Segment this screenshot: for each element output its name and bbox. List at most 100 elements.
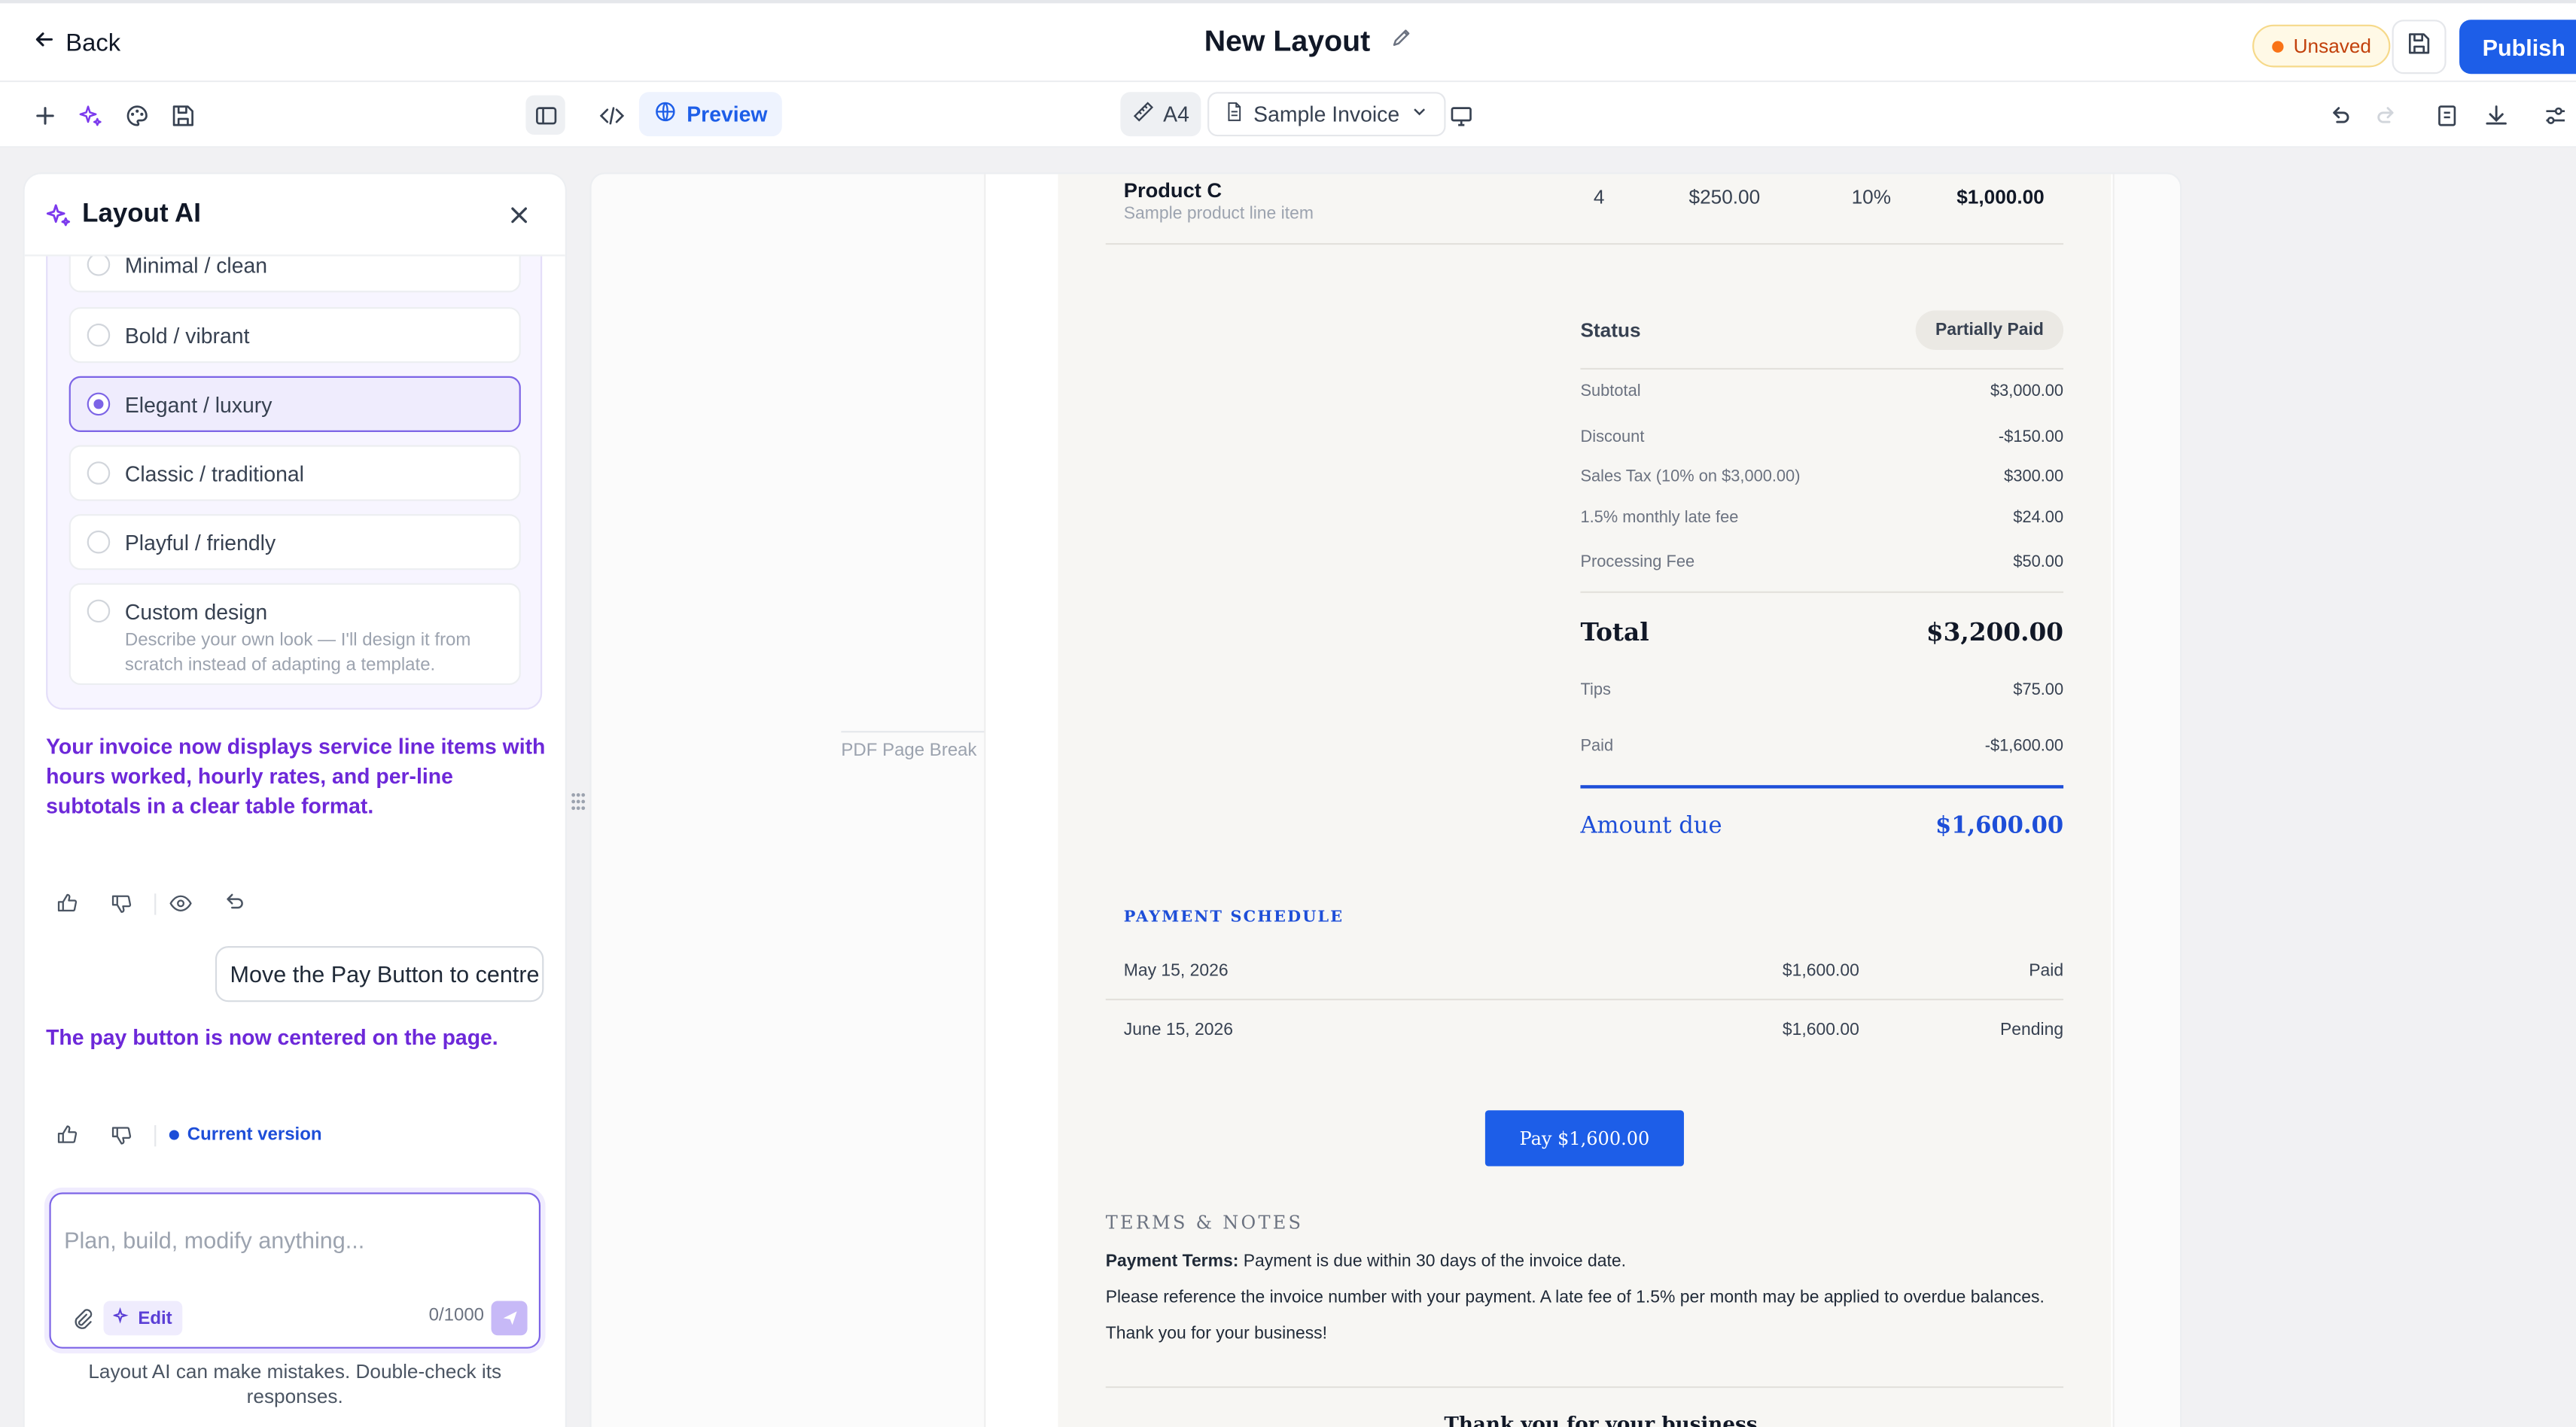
pay-button[interactable]: Pay $1,600.00 <box>1484 1110 1684 1167</box>
back-button[interactable]: Back <box>33 28 120 57</box>
terms-line: Thank you for your business! <box>1105 1324 1328 1344</box>
divider <box>1105 242 2064 245</box>
thumbs-down-icon[interactable] <box>110 890 164 917</box>
divider <box>1105 998 2064 1001</box>
close-icon[interactable] <box>506 202 532 228</box>
sidebar-toggle-icon[interactable] <box>525 95 565 135</box>
panel-header: Layout AI <box>24 174 565 257</box>
page-break-line <box>841 731 986 733</box>
schedule-status: Paid <box>2029 960 2064 981</box>
thumbs-up-icon[interactable] <box>56 1122 110 1149</box>
divider <box>1580 591 2064 593</box>
ai-message: Your invoice now displays service line i… <box>46 734 546 818</box>
editor-toolbar: Preview A4 Sample Invoice <box>0 82 2576 148</box>
tips-value: $75.00 <box>2013 681 2064 700</box>
plus-icon[interactable] <box>25 96 64 135</box>
paperclip-icon[interactable] <box>71 1307 94 1331</box>
palette-icon[interactable] <box>117 96 156 135</box>
option-bold-vibrant[interactable]: Bold / vibrant <box>69 307 521 364</box>
ai-message: The pay button is now centered on the pa… <box>46 1024 498 1050</box>
footer-thanks: Thank you for your business <box>1444 1412 1758 1427</box>
thumbs-up-icon[interactable] <box>56 890 110 917</box>
divider <box>154 893 157 914</box>
preview-tab[interactable]: Preview <box>638 92 783 137</box>
page-break-label: PDF Page Break <box>841 741 977 761</box>
radio-button[interactable] <box>87 461 111 485</box>
invoice-page: Product C Sample product line item 4 $25… <box>985 174 2113 1427</box>
current-version-label: Current version <box>187 1124 322 1146</box>
summary-value: $3,000.00 <box>1990 382 2064 401</box>
globe-icon <box>654 100 677 128</box>
prompt-placeholder[interactable]: Plan, build, modify anything... <box>64 1227 364 1253</box>
sparkles-icon[interactable] <box>71 96 110 135</box>
paid-value: -$1,600.00 <box>1984 737 2064 756</box>
floppy-icon <box>2407 30 2431 63</box>
version-dot <box>169 1130 179 1140</box>
save-button[interactable] <box>2392 20 2447 75</box>
settings-sliders-icon[interactable] <box>2535 96 2574 135</box>
layout-ai-panel: Layout AI Minimal / clean Bold / vibrant… <box>24 174 565 1427</box>
back-label: Back <box>65 29 121 57</box>
total-label: Total <box>1580 617 1649 647</box>
option-label: Playful / friendly <box>124 530 276 555</box>
total-value: $3,200.00 <box>1926 617 2064 647</box>
panel-title: Layout AI <box>82 200 201 229</box>
option-custom-design[interactable]: Custom design Describe your own look — I… <box>69 583 521 686</box>
option-label: Minimal / clean <box>124 253 268 278</box>
thumbs-down-icon[interactable] <box>110 1122 164 1149</box>
pencil-icon[interactable] <box>1390 26 1413 57</box>
paid-label: Paid <box>1580 737 1614 756</box>
paper-size-button[interactable]: A4 <box>1120 92 1201 137</box>
publish-button[interactable]: Publish <box>2459 20 2576 75</box>
radio-button[interactable] <box>87 323 111 347</box>
floppy-icon[interactable] <box>163 96 202 135</box>
style-options: Minimal / clean Bold / vibrant Elegant /… <box>46 223 543 710</box>
schedule-date: May 15, 2026 <box>1123 960 1229 981</box>
preview-label: Preview <box>687 102 768 127</box>
amount-due-rule <box>1580 785 2064 789</box>
invoice-document: Product C Sample product line item 4 $25… <box>1058 174 2112 1427</box>
option-classic-traditional[interactable]: Classic / traditional <box>69 445 521 501</box>
radio-button[interactable] <box>87 530 111 554</box>
resize-handle-icon[interactable] <box>568 790 588 814</box>
preview-canvas[interactable]: PDF Page Break Product C Sample product … <box>591 174 2181 1427</box>
radio-button[interactable] <box>87 599 111 623</box>
option-label: Bold / vibrant <box>124 323 250 348</box>
schedule-title: PAYMENT SCHEDULE <box>1123 908 1344 926</box>
status-label: Status <box>1580 318 1641 342</box>
download-icon[interactable] <box>2476 96 2515 135</box>
redo-icon[interactable] <box>2366 96 2405 135</box>
line-item-description: Sample product line item <box>1123 203 1314 224</box>
eye-icon[interactable] <box>169 890 224 917</box>
radio-button[interactable] <box>87 253 111 276</box>
undo-icon[interactable] <box>2320 96 2359 135</box>
code-icon[interactable] <box>592 96 631 135</box>
unsaved-badge: Unsaved <box>2252 24 2392 68</box>
sample-data-select[interactable]: Sample Invoice <box>1207 92 1446 137</box>
divider <box>154 1124 157 1146</box>
monitor-icon[interactable] <box>1441 96 1480 135</box>
disclaimer: Layout AI can make mistakes. Double-chec… <box>88 1360 502 1408</box>
current-version-badge: Current version <box>169 1125 322 1145</box>
sparkles-icon <box>46 202 72 228</box>
restore-icon[interactable] <box>224 890 278 917</box>
document-icon[interactable] <box>2426 96 2465 135</box>
line-item-price: $250.00 <box>1688 185 1761 209</box>
option-label: Classic / traditional <box>124 461 304 486</box>
option-playful-friendly[interactable]: Playful / friendly <box>69 514 521 570</box>
terms-label: Payment Terms: <box>1105 1251 1239 1272</box>
unsaved-label: Unsaved <box>2293 34 2372 58</box>
schedule-amount: $1,600.00 <box>1782 1020 1859 1040</box>
radio-button[interactable] <box>87 392 111 416</box>
send-button[interactable] <box>491 1301 528 1336</box>
option-elegant-luxury[interactable]: Elegant / luxury <box>69 376 521 432</box>
summary-value: $24.00 <box>2013 509 2064 528</box>
ruler-icon <box>1132 100 1156 128</box>
title-group: New Layout <box>1204 25 1413 59</box>
summary-label: Sales Tax (10% on $3,000.00) <box>1580 467 1801 486</box>
status-badge: Partially Paid <box>1915 310 2064 350</box>
terms-text: Payment is due within 30 days of the inv… <box>1238 1251 1626 1272</box>
file-icon <box>1224 102 1244 126</box>
edit-mode-button[interactable]: Edit <box>103 1301 182 1336</box>
prompt-input-box[interactable]: Plan, build, modify anything... Edit 0/1… <box>49 1192 541 1349</box>
